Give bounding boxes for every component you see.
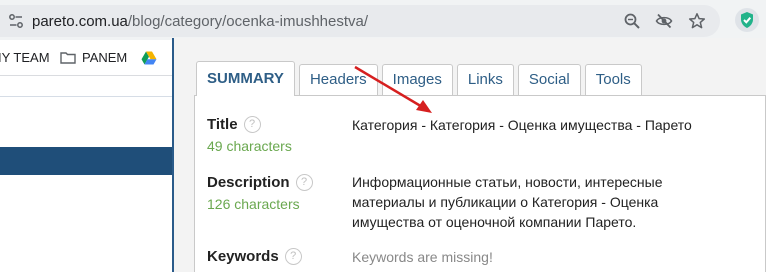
bookmark-folder[interactable]: PANEM xyxy=(60,50,127,65)
title-label: Title xyxy=(207,116,238,133)
site-info-icon[interactable] xyxy=(8,13,24,29)
url-path: /blog/category/ocenka-imushhestva/ xyxy=(127,13,369,30)
title-char-count: 49 characters xyxy=(207,138,292,154)
help-icon[interactable]: ? xyxy=(295,174,313,191)
divider xyxy=(0,96,175,97)
folder-icon xyxy=(60,52,76,64)
tab-links[interactable]: Links xyxy=(456,64,514,96)
summary-panel: Title ? 49 characters Категория - Катего… xyxy=(194,95,766,272)
url-text[interactable]: pareto.com.ua/blog/category/ocenka-imush… xyxy=(32,13,368,30)
tab-tools[interactable]: Tools xyxy=(584,64,642,96)
browser-toolbar: pareto.com.ua/blog/category/ocenka-imush… xyxy=(0,0,766,40)
bookmark-label: IY TEAM xyxy=(0,50,50,65)
navigation-band xyxy=(0,147,175,175)
description-line: Информационные статьи, новости, интересн… xyxy=(352,174,663,190)
keywords-label: Keywords xyxy=(207,248,279,265)
description-line: материалы и публикации о Категория - Оце… xyxy=(352,194,659,210)
bookmark-label: PANEM xyxy=(82,50,128,65)
google-drive-icon[interactable] xyxy=(141,51,157,65)
description-char-count: 126 characters xyxy=(207,196,300,212)
tab-social[interactable]: Social xyxy=(517,64,581,96)
bookmark-item[interactable]: IY TEAM xyxy=(0,50,50,65)
keywords-value: Keywords are missing! xyxy=(352,249,493,265)
seo-extension-popup: SUMMARY Headers Images Links Social Tool… xyxy=(172,38,766,272)
keywords-label-row: Keywords ? xyxy=(207,248,302,265)
zoom-icon[interactable] xyxy=(623,12,641,30)
tab-summary[interactable]: SUMMARY xyxy=(196,61,295,96)
annotation-arrow xyxy=(354,65,432,113)
title-value: Категория - Категория - Оценка имущества… xyxy=(352,117,692,133)
eye-off-icon[interactable] xyxy=(655,12,673,30)
bookmark-star-icon[interactable] xyxy=(688,12,706,30)
address-bar[interactable]: pareto.com.ua/blog/category/ocenka-imush… xyxy=(0,5,720,37)
url-host: pareto.com.ua xyxy=(32,13,128,30)
description-line: имущества от оценочной компании Парето. xyxy=(352,214,637,230)
background-page xyxy=(0,77,175,272)
description-label: Description xyxy=(207,174,290,191)
extension-shield-icon[interactable] xyxy=(734,7,760,33)
description-label-row: Description ? xyxy=(207,174,313,191)
help-icon[interactable]: ? xyxy=(243,116,261,133)
title-label-row: Title ? xyxy=(207,116,261,133)
help-icon[interactable]: ? xyxy=(284,248,302,265)
screen: pareto.com.ua/blog/category/ocenka-imush… xyxy=(0,0,766,272)
